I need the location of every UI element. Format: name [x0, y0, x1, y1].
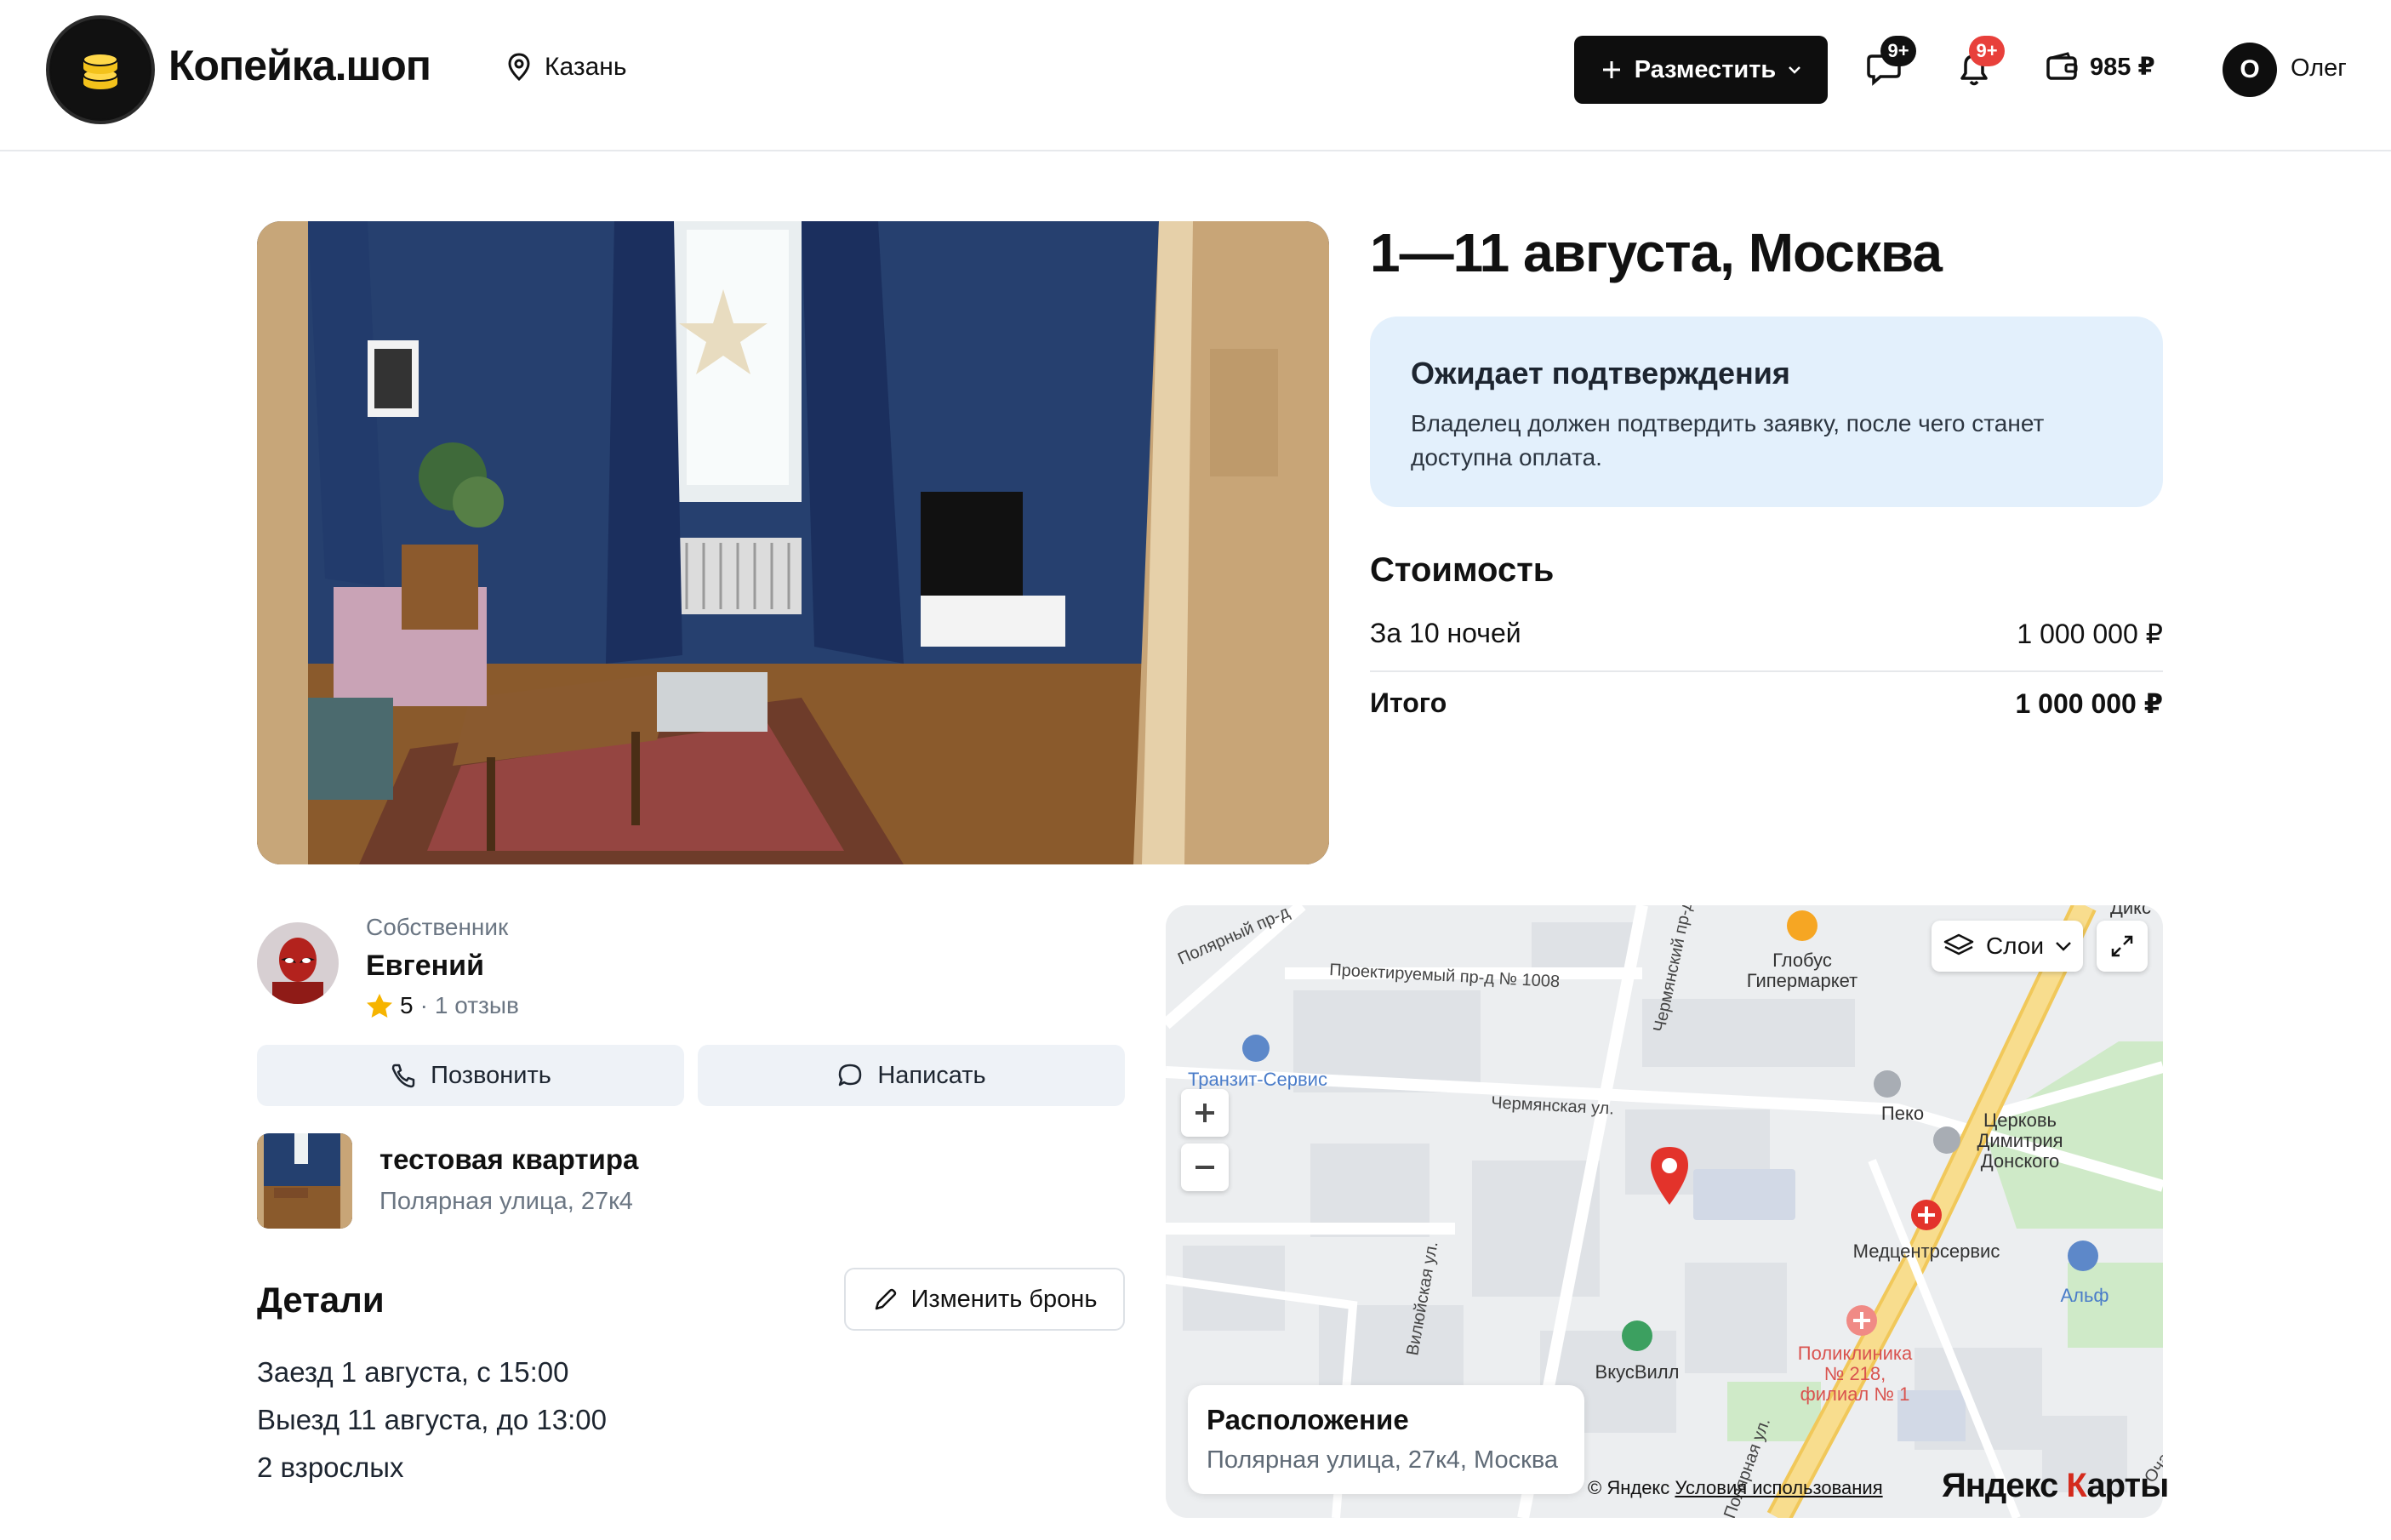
notifications-button[interactable]: 9+ — [1950, 36, 2005, 95]
map-label-poly1: Поликлиника — [1798, 1343, 1913, 1364]
map-layers-label: Слои — [1985, 933, 2045, 959]
messages-button[interactable]: 9+ — [1862, 36, 1916, 95]
owner-avatar[interactable] — [257, 922, 339, 1004]
layers-icon — [1943, 933, 1974, 955]
cost-title: Стоимость — [1370, 551, 1555, 589]
message-label: Написать — [877, 1061, 986, 1089]
wallet-icon — [2046, 52, 2078, 80]
details-title: Детали — [257, 1280, 385, 1320]
cost-total-value: 1 000 000 ₽ — [2015, 688, 2163, 719]
map-label-alf: Альф — [2060, 1285, 2109, 1306]
map-card-address: Полярная улица, 27к4, Москва — [1207, 1446, 1559, 1474]
rating-separator: · — [419, 992, 428, 1018]
post-ad-button[interactable]: Разместить — [1574, 36, 1828, 104]
cost-total-label: Итого — [1370, 687, 1447, 718]
star-icon — [367, 994, 392, 1018]
map-label-church2: Димитрия — [1977, 1130, 2063, 1151]
map-copyright-text: © Яндекс — [1588, 1477, 1670, 1498]
map-card-title: Расположение — [1207, 1404, 1409, 1435]
map-location-card: Расположение Полярная улица, 27к4, Москв… — [1188, 1385, 1584, 1494]
map-zoom-out-button[interactable] — [1181, 1144, 1229, 1191]
map-label-peko: Пеко — [1881, 1103, 1924, 1124]
logo-text[interactable]: Копейка.шоп — [168, 41, 431, 90]
chat-bubble-icon — [839, 1064, 862, 1087]
map-label-globus-sub: Гипермаркет — [1747, 970, 1857, 991]
map-terms-link[interactable]: Условия использования — [1675, 1477, 1882, 1498]
status-title: Ожидает подтверждения — [1411, 356, 1790, 391]
user-avatar[interactable]: О — [2223, 43, 2277, 97]
top-header: Копейка.шоп Казань Разместить 9+ 9+ 985 … — [0, 0, 2391, 151]
messages-badge: 9+ — [1880, 36, 1916, 66]
notifications-badge: 9+ — [1969, 36, 2005, 66]
chevron-down-icon — [1789, 66, 1801, 74]
map-label-poly2: № 218, — [1824, 1363, 1886, 1384]
map-label-church1: Церковь — [1983, 1109, 2057, 1131]
expand-icon — [2111, 935, 2133, 957]
city-selector[interactable]: Казань — [507, 53, 626, 82]
edit-booking-button[interactable]: Изменить бронь — [844, 1268, 1125, 1331]
booking-title: 1—11 августа, Москва — [1370, 222, 1943, 283]
minus-icon — [1196, 1166, 1214, 1169]
rating-value: 5 — [400, 992, 414, 1018]
edit-booking-label: Изменить бронь — [910, 1285, 1098, 1313]
checkout-line: Выезд 11 августа, до 13:00 — [257, 1404, 607, 1435]
cost-total-row: Итого 1 000 000 ₽ — [1370, 687, 2163, 720]
cost-nights-value: 1 000 000 ₽ — [2017, 619, 2163, 649]
map-brand-rest: арты — [2086, 1467, 2169, 1504]
message-button[interactable]: Написать — [698, 1045, 1125, 1106]
plus-icon — [1602, 61, 1620, 78]
listing-photo[interactable] — [257, 221, 1329, 864]
map-brand-logo[interactable]: Яндекс Карты — [1942, 1467, 2169, 1505]
pencil-icon — [875, 1288, 896, 1310]
post-ad-label: Разместить — [1634, 55, 1777, 83]
flat-thumbnail[interactable] — [257, 1133, 352, 1229]
call-label: Позвонить — [431, 1061, 551, 1089]
cost-nights-row: За 10 ночей 1 000 000 ₽ — [1370, 618, 2163, 650]
map-label-dik: Дикс — [2110, 905, 2151, 918]
wallet-balance[interactable]: 985 ₽ — [2046, 51, 2155, 82]
map-label-tranzit: Транзит-Сервис — [1188, 1069, 1327, 1090]
user-name[interactable]: Олег — [2291, 54, 2347, 83]
balance-label: 985 ₽ — [2090, 53, 2155, 81]
guests-line: 2 взрослых — [257, 1452, 404, 1483]
call-button[interactable]: Позвонить — [257, 1045, 684, 1106]
phone-icon — [391, 1064, 415, 1088]
status-text: Владелец должен подтвердить заявку, посл… — [1411, 410, 2045, 471]
flat-address: Полярная улица, 27к4 — [379, 1188, 633, 1215]
map-label-church3: Донского — [1981, 1150, 2059, 1172]
map-expand-button[interactable] — [2097, 921, 2148, 972]
owner-name[interactable]: Евгений — [366, 950, 484, 983]
flat-title[interactable]: тестовая квартира — [379, 1144, 638, 1176]
map-label-globus: Глобус — [1772, 950, 1832, 971]
map-layers-button[interactable]: Слои — [1932, 921, 2083, 972]
cost-nights-label: За 10 ночей — [1370, 618, 1521, 648]
map-brand-r: К — [2066, 1467, 2087, 1504]
map-brand-main: Яндекс — [1942, 1467, 2058, 1504]
map-label-vkusvill: ВкусВилл — [1595, 1361, 1680, 1383]
map-label-medcenter: Медцентрсервис — [1853, 1241, 2000, 1262]
logo-icon[interactable] — [46, 15, 155, 124]
plus-icon — [1196, 1104, 1214, 1122]
map-zoom-in-button[interactable] — [1181, 1089, 1229, 1137]
owner-role: Собственник — [366, 914, 509, 940]
location-pin-icon — [508, 53, 530, 82]
city-label: Казань — [545, 53, 627, 81]
owner-rating: 5 · 1 отзыв — [366, 992, 519, 1019]
checkin-line: Заезд 1 августа, с 15:00 — [257, 1356, 569, 1388]
map-copyright: © Яндекс Условия использования — [1588, 1477, 1883, 1499]
status-banner: Ожидает подтверждения Владелец должен по… — [1370, 317, 2163, 507]
chevron-down-icon — [2056, 942, 2071, 951]
reviews-link[interactable]: 1 отзыв — [435, 992, 519, 1019]
cost-divider — [1370, 670, 2163, 672]
map-label-poly3: филиал № 1 — [1800, 1383, 1910, 1405]
